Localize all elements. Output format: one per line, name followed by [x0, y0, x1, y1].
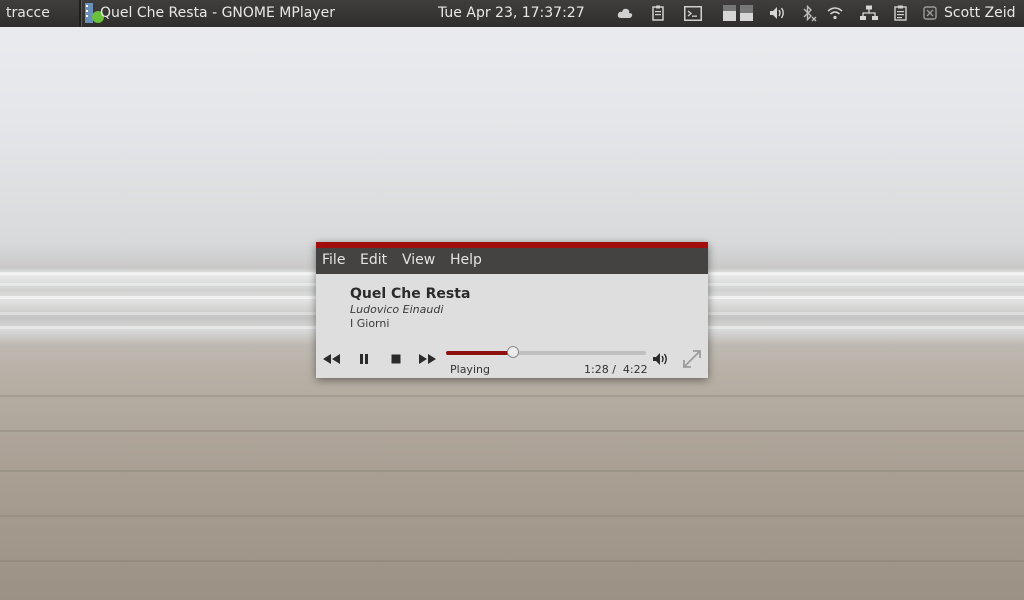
network-icon[interactable]: [858, 4, 880, 22]
wifi-icon[interactable]: [826, 4, 844, 22]
active-window-title[interactable]: Quel Che Resta - GNOME MPlayer: [100, 5, 335, 21]
volume-icon: [653, 353, 667, 365]
menu-view[interactable]: View: [402, 252, 435, 268]
stop-icon: [391, 354, 401, 364]
menu-edit[interactable]: Edit: [360, 252, 387, 268]
disk-usage-icon[interactable]: [720, 4, 756, 22]
user-menu-name[interactable]: Scott Zeid: [944, 5, 1016, 21]
terminal-icon[interactable]: [683, 4, 703, 22]
menu-help[interactable]: Help: [450, 252, 482, 268]
menu-bar: File Edit View Help: [316, 248, 708, 274]
rewind-icon: [323, 354, 340, 364]
seek-handle[interactable]: [507, 346, 520, 358]
menu-file[interactable]: File: [322, 252, 345, 268]
time-display: 1:28 / 4:22: [584, 363, 648, 376]
seek-bar[interactable]: [446, 346, 646, 358]
rewind-button[interactable]: [321, 350, 343, 368]
cloud-icon[interactable]: [616, 4, 634, 22]
user-status-icon[interactable]: [922, 4, 938, 22]
track-album: I Giorni: [350, 317, 390, 330]
track-title: Quel Che Resta: [350, 286, 471, 302]
clock[interactable]: Tue Apr 23, 17:37:27: [438, 5, 585, 21]
clipboard-icon[interactable]: [650, 4, 666, 22]
fullscreen-button[interactable]: [680, 347, 704, 371]
panel-separator: [79, 0, 82, 27]
fullscreen-icon: [683, 350, 701, 368]
clipboard-manager-icon[interactable]: [892, 4, 910, 22]
app-menu-label[interactable]: tracce: [6, 5, 50, 21]
playback-status: Playing: [450, 363, 490, 376]
pause-button[interactable]: [353, 350, 375, 368]
fast-forward-button[interactable]: [416, 350, 438, 368]
volume-icon[interactable]: [768, 4, 788, 22]
mplayer-window: File Edit View Help Quel Che Resta Ludov…: [316, 242, 708, 378]
volume-button[interactable]: [650, 350, 672, 368]
top-panel: tracce Quel Che Resta - GNOME MPlayer Tu…: [0, 0, 1024, 27]
stop-button[interactable]: [385, 350, 407, 368]
track-artist: Ludovico Einaudi: [350, 303, 444, 316]
pause-icon: [360, 354, 368, 364]
seek-bar-progress: [446, 351, 514, 355]
fast-forward-icon: [419, 354, 436, 364]
bluetooth-icon[interactable]: [800, 4, 818, 22]
